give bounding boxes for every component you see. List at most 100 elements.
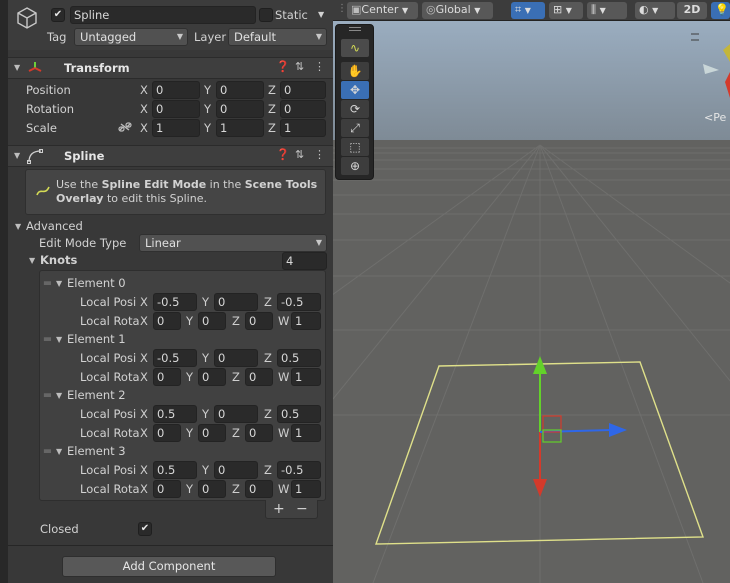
pivot-mode-dropdown[interactable]: ▣Center ▼ bbox=[347, 2, 418, 19]
presets-icon[interactable]: ⇅ bbox=[295, 60, 304, 73]
2d-mode-toggle[interactable]: 2D bbox=[677, 2, 707, 19]
knot-pos-z-field[interactable]: -0.5 bbox=[277, 293, 321, 311]
knot-rot-z-field[interactable]: 0 bbox=[245, 368, 273, 386]
position-x-field[interactable]: 0 bbox=[152, 81, 200, 99]
knot-rot-w-field[interactable]: 1 bbox=[291, 480, 321, 498]
knot-pos-y-field[interactable]: 0 bbox=[214, 349, 258, 367]
knot-rot-z-field[interactable]: 0 bbox=[245, 312, 273, 330]
knot-rot-z-field[interactable]: 0 bbox=[245, 424, 273, 442]
add-element-button[interactable]: + bbox=[273, 501, 285, 517]
inspector-panel: ✔ Spline Static ▼ Tag Untagged ▼ Layer De… bbox=[0, 0, 333, 583]
hand-tool-icon[interactable]: ✋ bbox=[341, 62, 369, 80]
knot-rot-x-field[interactable]: 0 bbox=[153, 312, 181, 330]
rotation-y-field[interactable]: 0 bbox=[216, 100, 264, 118]
advanced-foldout-arrow-icon[interactable]: ▼ bbox=[15, 222, 21, 231]
knot-rot-w-field[interactable]: 1 bbox=[291, 368, 321, 386]
axis-x-label: X bbox=[140, 314, 148, 328]
knot-pos-x-field[interactable]: -0.5 bbox=[153, 293, 197, 311]
scale-z-field[interactable]: 1 bbox=[280, 119, 326, 137]
knot-pos-y-field[interactable]: 0 bbox=[214, 293, 258, 311]
grid-snap-toggle[interactable]: ⌗ ▼ bbox=[511, 2, 545, 19]
knot-pos-x-field[interactable]: -0.5 bbox=[153, 349, 197, 367]
knots-label[interactable]: Knots bbox=[40, 252, 77, 268]
active-checkbox[interactable]: ✔ bbox=[51, 8, 65, 22]
element-foldout-arrow-icon[interactable]: ▼ bbox=[56, 391, 62, 400]
perspective-label[interactable]: <Pe bbox=[704, 110, 726, 126]
scene-view[interactable]: <Pe bbox=[333, 0, 730, 583]
move-tool-icon[interactable]: ✥ bbox=[341, 81, 369, 99]
spline-edit-tool-icon[interactable]: ∿ bbox=[341, 39, 369, 57]
knot-pos-y-field[interactable]: 0 bbox=[214, 461, 258, 479]
knot-pos-z-field[interactable]: 0.5 bbox=[277, 405, 321, 423]
scale-x-field[interactable]: 1 bbox=[152, 119, 200, 137]
knot-rot-x-field[interactable]: 0 bbox=[153, 368, 181, 386]
drag-handle-icon[interactable]: ═ bbox=[44, 331, 51, 347]
position-z-field[interactable]: 0 bbox=[280, 81, 326, 99]
foldout-arrow-icon[interactable]: ▼ bbox=[14, 151, 20, 160]
knot-rot-y-field[interactable]: 0 bbox=[198, 368, 226, 386]
knot-rot-w-field[interactable]: 1 bbox=[291, 312, 321, 330]
advanced-foldout-label[interactable]: Advanced bbox=[26, 218, 83, 234]
knot-rot-x-field[interactable]: 0 bbox=[153, 480, 181, 498]
element-foldout-arrow-icon[interactable]: ▼ bbox=[56, 447, 62, 456]
knot-rot-y-field[interactable]: 0 bbox=[198, 480, 226, 498]
knots-count-field[interactable]: 4 bbox=[282, 252, 327, 270]
knot-rot-z-field[interactable]: 0 bbox=[245, 480, 273, 498]
element-foldout-arrow-icon[interactable]: ▼ bbox=[56, 335, 62, 344]
link-icon[interactable] bbox=[118, 121, 132, 136]
drag-handle-icon[interactable]: ═ bbox=[44, 275, 51, 291]
edit-mode-type-dropdown[interactable]: Linear ▼ bbox=[139, 234, 327, 252]
knot-pos-y-field[interactable]: 0 bbox=[214, 405, 258, 423]
closed-checkbox[interactable]: ✔ bbox=[138, 522, 152, 536]
rotation-x-field[interactable]: 0 bbox=[152, 100, 200, 118]
static-dropdown-icon[interactable]: ▼ bbox=[318, 7, 324, 23]
knots-foldout-arrow-icon[interactable]: ▼ bbox=[29, 256, 35, 265]
more-options-icon[interactable]: ⋮ bbox=[314, 148, 325, 161]
knot-pos-x-field[interactable]: 0.5 bbox=[153, 405, 197, 423]
scale-y-field[interactable]: 1 bbox=[216, 119, 264, 137]
scene-toolbar: ⋮ ▣Center ▼ ◎Global ▼ ⌗ ▼ ⊞ ▼ ⫼ ▼ ◐ ▼ 2D… bbox=[333, 0, 730, 21]
chevron-down-icon: ▼ bbox=[315, 32, 322, 41]
rotate-tool-icon[interactable]: ⟳ bbox=[341, 100, 369, 118]
element-label: Element 3 bbox=[67, 444, 126, 458]
draw-mode-dropdown[interactable]: ◐ ▼ bbox=[635, 2, 675, 19]
increment-snap-dropdown[interactable]: ⫼ ▼ bbox=[587, 2, 627, 19]
overlay-grip[interactable] bbox=[349, 27, 361, 31]
scene-canvas[interactable] bbox=[333, 0, 730, 583]
grid-visibility-toggle[interactable]: ⊞ ▼ bbox=[549, 2, 583, 19]
static-checkbox[interactable] bbox=[259, 8, 273, 22]
presets-icon[interactable]: ⇅ bbox=[295, 148, 304, 161]
rect-tool-icon[interactable]: ⬚ bbox=[341, 138, 369, 156]
add-component-button[interactable]: Add Component bbox=[62, 556, 276, 577]
more-options-icon[interactable]: ⋮ bbox=[314, 60, 325, 73]
knot-pos-z-field[interactable]: 0.5 bbox=[277, 349, 321, 367]
transform-tool-icon[interactable]: ⊕ bbox=[341, 157, 369, 175]
help-icon[interactable]: ❓ bbox=[276, 148, 290, 161]
scale-tool-icon[interactable]: ⤢ bbox=[341, 119, 369, 137]
layer-dropdown[interactable]: Default ▼ bbox=[228, 28, 327, 46]
edit-mode-value: Linear bbox=[145, 236, 181, 250]
remove-element-button[interactable]: − bbox=[296, 501, 308, 517]
foldout-arrow-icon[interactable]: ▼ bbox=[14, 63, 20, 72]
rotation-z-field[interactable]: 0 bbox=[280, 100, 326, 118]
drag-handle-icon[interactable]: ═ bbox=[44, 443, 51, 459]
transform-header[interactable]: ▼ Transform ❓ ⇅ ⋮ bbox=[8, 57, 333, 79]
element-foldout-arrow-icon[interactable]: ▼ bbox=[56, 279, 62, 288]
knot-rot-x-field[interactable]: 0 bbox=[153, 424, 181, 442]
tag-dropdown[interactable]: Untagged ▼ bbox=[74, 28, 188, 46]
chevron-down-icon: ▼ bbox=[315, 238, 322, 247]
knot-rot-y-field[interactable]: 0 bbox=[198, 424, 226, 442]
knot-rot-w-field[interactable]: 1 bbox=[291, 424, 321, 442]
knot-pos-x-field[interactable]: 0.5 bbox=[153, 461, 197, 479]
spline-header[interactable]: ▼ Spline ❓ ⇅ ⋮ bbox=[8, 145, 333, 167]
knot-pos-z-field[interactable]: -0.5 bbox=[277, 461, 321, 479]
pivot-rotation-dropdown[interactable]: ◎Global ▼ bbox=[422, 2, 493, 19]
drag-handle-icon[interactable]: ═ bbox=[44, 387, 51, 403]
object-name-field[interactable]: Spline bbox=[70, 6, 256, 24]
element-label: Element 2 bbox=[67, 388, 126, 402]
chevron-down-icon: ▼ bbox=[524, 6, 531, 15]
lighting-toggle[interactable]: 💡 bbox=[711, 2, 730, 19]
position-y-field[interactable]: 0 bbox=[216, 81, 264, 99]
help-icon[interactable]: ❓ bbox=[276, 60, 290, 73]
knot-rot-y-field[interactable]: 0 bbox=[198, 312, 226, 330]
